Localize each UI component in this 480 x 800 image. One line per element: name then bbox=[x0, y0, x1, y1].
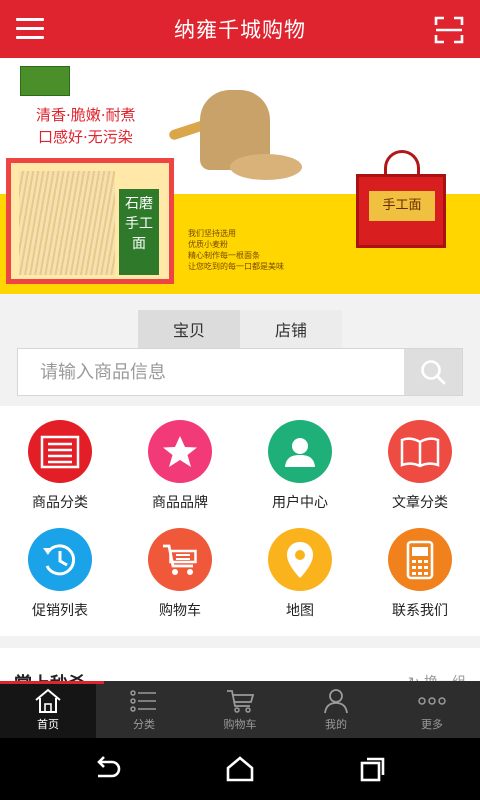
tab-more[interactable]: 更多 bbox=[384, 681, 480, 738]
search-box bbox=[17, 348, 463, 396]
tab-items[interactable]: 宝贝 bbox=[138, 310, 240, 348]
gift-box-image: 手工面 bbox=[356, 174, 446, 248]
category-shopping-cart[interactable]: 购物车 bbox=[120, 514, 240, 620]
category-user-center[interactable]: 用户中心 bbox=[240, 406, 360, 512]
noodle-package-image: 石磨手工面 bbox=[6, 158, 174, 284]
system-navigation-bar bbox=[0, 738, 480, 800]
phone-icon bbox=[388, 528, 452, 591]
category-article-categories[interactable]: 文章分类 bbox=[360, 406, 480, 512]
tab-cart[interactable]: 购物车 bbox=[192, 681, 288, 738]
tab-categories[interactable]: 分类 bbox=[96, 681, 192, 738]
user-icon bbox=[268, 420, 332, 483]
category-label: 文章分类 bbox=[392, 495, 448, 511]
search-icon bbox=[421, 360, 446, 385]
category-label: 促销列表 bbox=[32, 603, 88, 619]
category-label: 地图 bbox=[286, 603, 314, 619]
banner-copy-line: 优质小麦粉 bbox=[188, 240, 228, 249]
banner-copy-line: 让您吃到的每一口都是美味 bbox=[188, 262, 284, 271]
search-input[interactable] bbox=[18, 349, 404, 395]
cart-icon bbox=[225, 688, 255, 714]
app-title: 纳雍千城购物 bbox=[174, 18, 306, 42]
tab-label: 分类 bbox=[133, 717, 155, 731]
category-grid: 商品分类 商品品牌 用户中心 文章分类 促销列表 购物车 地图 联系我们 bbox=[0, 406, 480, 636]
tab-label: 购物车 bbox=[223, 717, 257, 731]
cart-icon bbox=[148, 528, 212, 591]
search-scope-tabs: 宝贝 店铺 bbox=[138, 310, 342, 348]
home-outline-icon[interactable] bbox=[225, 756, 255, 782]
banner-slogan: 清香·脆嫩·耐煮 口感好·无污染 bbox=[36, 104, 136, 148]
book-icon bbox=[388, 420, 452, 483]
category-map[interactable]: 地图 bbox=[240, 514, 360, 620]
more-dots-icon bbox=[418, 688, 446, 714]
category-label: 商品分类 bbox=[32, 495, 88, 511]
scan-icon[interactable] bbox=[434, 16, 464, 44]
banner-copy-line: 精心制作每一根面条 bbox=[188, 251, 260, 260]
location-pin-icon bbox=[268, 528, 332, 591]
banner-copy: 我们坚持选用 优质小麦粉 精心制作每一根面条 让您吃到的每一口都是美味 bbox=[188, 228, 284, 272]
category-promotions[interactable]: 促销列表 bbox=[0, 514, 120, 620]
home-icon bbox=[34, 688, 62, 714]
tab-label: 我的 bbox=[325, 717, 347, 731]
gift-box-label: 手工面 bbox=[369, 191, 435, 221]
list-icon bbox=[28, 420, 92, 483]
category-label: 用户中心 bbox=[272, 495, 328, 511]
noodle-image bbox=[19, 171, 115, 275]
category-list-icon bbox=[130, 688, 158, 714]
category-label: 购物车 bbox=[159, 603, 201, 619]
tab-mine[interactable]: 我的 bbox=[288, 681, 384, 738]
category-label: 商品品牌 bbox=[152, 495, 208, 511]
top-bar: 纳雍千城购物 bbox=[0, 0, 480, 58]
banner-slogan-line1: 清香·脆嫩·耐煮 bbox=[36, 106, 136, 124]
category-product-brands[interactable]: 商品品牌 bbox=[120, 406, 240, 512]
promo-banner[interactable]: 清香·脆嫩·耐煮 口感好·无污染 石磨手工面 我们坚持选用 优质小麦粉 精心制作… bbox=[0, 58, 480, 294]
tab-home[interactable]: 首页 bbox=[0, 681, 104, 738]
clock-icon bbox=[28, 528, 92, 591]
tab-shops[interactable]: 店铺 bbox=[240, 310, 342, 348]
banner-slogan-line2: 口感好·无污染 bbox=[38, 128, 133, 146]
brand-logo bbox=[20, 66, 70, 96]
search-section: 宝贝 店铺 bbox=[0, 294, 480, 406]
package-label: 石磨手工面 bbox=[119, 189, 159, 275]
category-product-categories[interactable]: 商品分类 bbox=[0, 406, 120, 512]
search-button[interactable] bbox=[404, 349, 462, 395]
recents-icon[interactable] bbox=[358, 756, 388, 782]
hamburger-menu-icon[interactable] bbox=[16, 18, 46, 40]
tab-label: 更多 bbox=[421, 717, 443, 731]
category-contact-us[interactable]: 联系我们 bbox=[360, 514, 480, 620]
bottom-tab-bar: 首页 分类 购物车 我的 更多 bbox=[0, 681, 480, 738]
profile-icon bbox=[323, 688, 349, 714]
star-icon bbox=[148, 420, 212, 483]
flour-pile-image bbox=[230, 154, 302, 180]
app-screen: 纳雍千城购物 清香·脆嫩·耐煮 口感好·无污染 石磨手工面 我们坚持选用 优质小… bbox=[0, 0, 480, 800]
tab-label: 首页 bbox=[37, 717, 59, 731]
banner-copy-line: 我们坚持选用 bbox=[188, 229, 236, 238]
category-label: 联系我们 bbox=[392, 603, 448, 619]
back-icon[interactable] bbox=[92, 756, 122, 782]
